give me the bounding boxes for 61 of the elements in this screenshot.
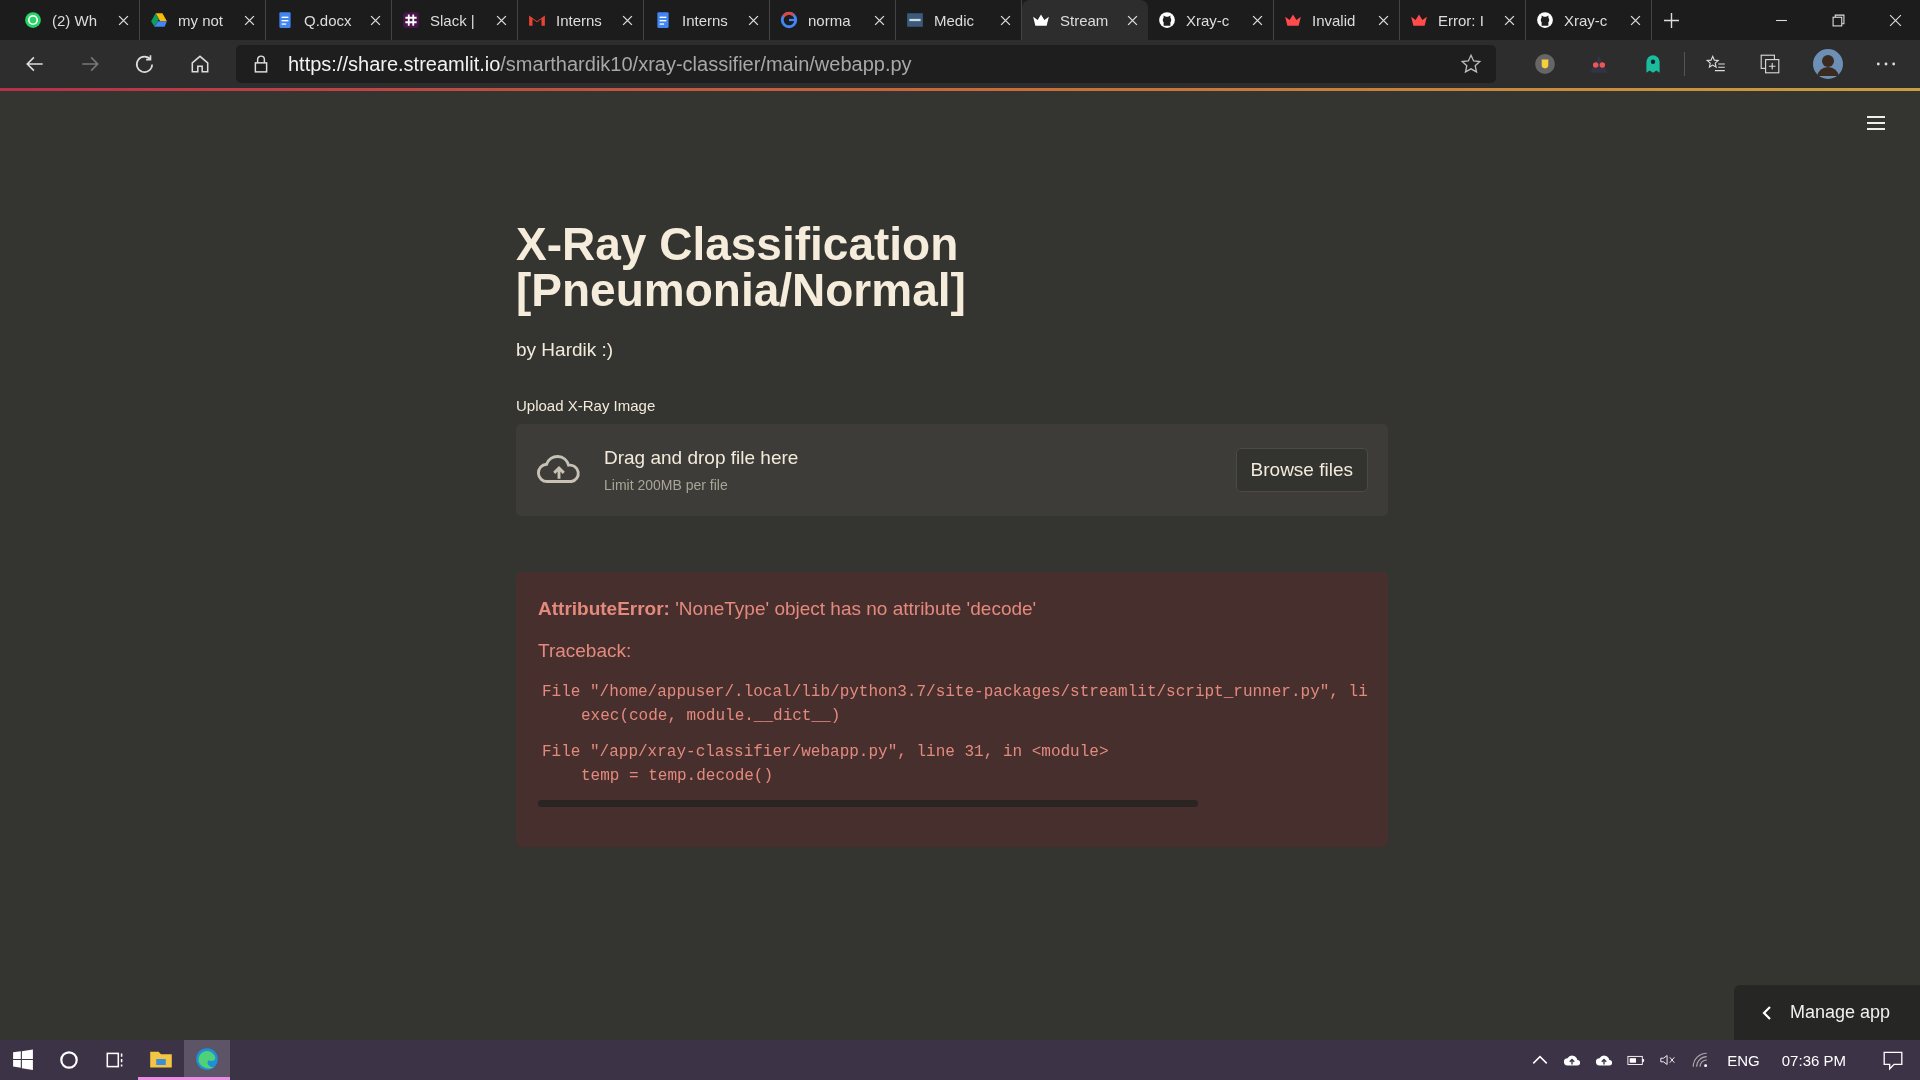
chevron-left-icon <box>1762 1004 1772 1021</box>
close-icon[interactable] <box>1127 14 1138 26</box>
cat-logo-icon <box>1158 11 1176 29</box>
code-line: File "/home/appuser/.local/lib/python3.7/site-packages/streamlit/script_runner.py", li <box>542 682 1368 703</box>
browse-files-button[interactable]: Browse files <box>1235 448 1368 492</box>
home-icon[interactable] <box>189 53 211 75</box>
notification-icon[interactable] <box>1882 1049 1904 1071</box>
url-text: https://share.streamlit.io/smarthardik10/xray-classifier/main/webapp.py <box>288 52 912 76</box>
subtitle: by Hardik :) <box>516 339 615 361</box>
close-icon[interactable] <box>1252 14 1263 26</box>
close-icon[interactable] <box>496 14 507 26</box>
code-line: File "/app/xray-classifier/webapp.py", line 31, in <module> <box>542 742 1109 763</box>
drop-prompt: Drag and drop file here <box>604 447 799 469</box>
close-icon[interactable] <box>1630 14 1641 26</box>
language-indicator[interactable]: ENG <box>1727 1051 1760 1069</box>
close-icon[interactable] <box>1504 14 1515 26</box>
menu-icon[interactable] <box>1866 115 1886 131</box>
close-icon[interactable] <box>622 14 633 26</box>
close-icon[interactable] <box>1889 13 1902 27</box>
star-icon[interactable] <box>1460 53 1482 75</box>
search-icon[interactable] <box>58 1049 80 1071</box>
document-icon <box>654 11 672 29</box>
close-icon[interactable] <box>1000 14 1011 26</box>
close-icon[interactable] <box>244 14 255 26</box>
windows-start-icon[interactable] <box>12 1049 34 1071</box>
square-logo-icon <box>906 11 924 29</box>
address-bar[interactable]: https://share.streamlit.io/smarthardik10/xray-classifier/main/webapp.py <box>236 45 1496 83</box>
collections-icon[interactable] <box>1759 53 1781 75</box>
refresh-icon[interactable] <box>134 53 156 75</box>
close-icon[interactable] <box>1378 14 1389 26</box>
traceback-label: Traceback: <box>538 640 633 662</box>
file-dropzone[interactable]: Drag and drop file here Limit 200MB per file Browse files <box>516 424 1388 516</box>
document-icon <box>276 11 294 29</box>
close-icon[interactable] <box>874 14 885 26</box>
browser-tab[interactable]: Stream <box>1022 0 1148 40</box>
chat-bubble-icon <box>24 11 42 29</box>
size-limit: Limit 200MB per file <box>604 477 729 493</box>
cloud-upload-icon <box>536 454 582 486</box>
manage-app-button[interactable]: Manage app <box>1734 985 1920 1040</box>
g-logo-icon <box>780 11 798 29</box>
lock-icon <box>252 55 270 73</box>
swirl-logo-icon <box>195 1046 219 1071</box>
mask-extension-icon[interactable] <box>1588 53 1610 75</box>
cat-logo-icon <box>1536 11 1554 29</box>
triangle-icon <box>150 11 168 29</box>
code-line: exec(code, module.__dict__) <box>580 706 841 727</box>
close-icon[interactable] <box>748 14 759 26</box>
scrollbar[interactable] <box>538 800 1198 807</box>
avatar-icon[interactable] <box>1813 49 1843 79</box>
upload-label: Upload X-Ray Image <box>516 397 657 414</box>
error-message: AttributeError: 'NoneType' object has no attribute 'decode' <box>538 598 1038 620</box>
close-icon[interactable] <box>370 14 381 26</box>
shield-extension-icon[interactable] <box>1534 53 1556 75</box>
new-tab-icon[interactable] <box>1664 12 1679 28</box>
code-line: temp = temp.decode() <box>580 766 774 787</box>
hash-icon <box>402 11 420 29</box>
close-icon[interactable] <box>118 14 129 26</box>
restore-icon[interactable] <box>1832 13 1845 27</box>
clock[interactable]: 07:36 PM <box>1781 1051 1846 1069</box>
wifi-icon[interactable] <box>1691 1051 1710 1069</box>
browser-app-button[interactable] <box>184 1040 230 1080</box>
